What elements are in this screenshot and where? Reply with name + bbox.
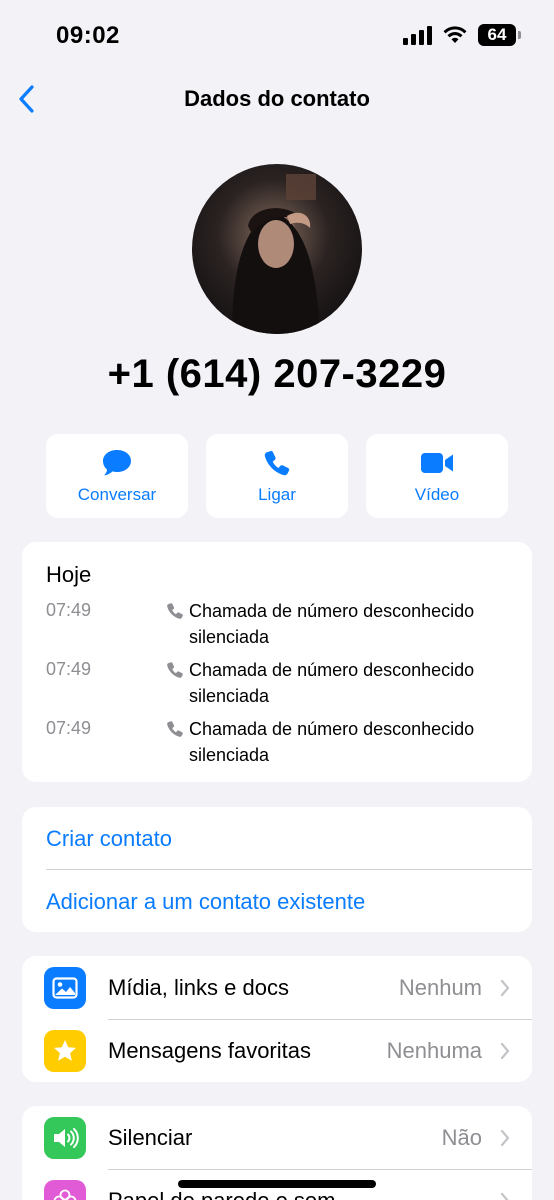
chevron-right-icon [500,979,510,997]
history-day-label: Hoje [46,562,92,587]
mute-row[interactable]: Silenciar Não [22,1107,532,1169]
status-bar: 09:02 64 [0,0,554,72]
media-links-docs-row[interactable]: Mídia, links e docs Nenhum [22,957,532,1019]
call-history-row: 07:49 Chamada de número desconhecido sil… [22,657,532,715]
row-divider [46,869,532,870]
contact-actions-card: Criar contato Adicionar a um contato exi… [22,807,532,932]
starred-messages-label: Mensagens favoritas [108,1038,311,1063]
call-time: 07:49 [46,600,92,620]
mute-value: Não [441,1125,482,1150]
status-time: 09:02 [56,22,120,49]
speaker-icon [44,1117,86,1159]
create-contact-link[interactable]: Criar contato [46,826,172,852]
call-description: Chamada de número desconhecido silenciad… [189,716,519,768]
contact-avatar[interactable] [192,164,362,334]
add-to-existing-contact-link[interactable]: Adicionar a um contato existente [46,889,365,915]
call-description-line1: Chamada de número desconhecido [189,660,475,680]
media-links-docs-label: Mídia, links e docs [108,975,289,1000]
contact-phone-number: +1 (614) 207-3229 [107,352,447,396]
call-history-row: 07:49 Chamada de número desconhecido sil… [22,716,532,774]
phone-icon [264,450,290,476]
nav-bar: Dados do contato [0,72,554,126]
star-icon [44,1030,86,1072]
cellular-signal-icon [403,25,432,45]
video-button-label: Vídeo [414,485,460,504]
starred-messages-value: Nenhuma [386,1038,482,1063]
message-button[interactable]: Conversar [46,434,188,518]
flower-icon [44,1180,86,1200]
wallpaper-sound-label: Papel de parede e som [108,1188,336,1200]
photo-icon [44,967,86,1009]
call-history-card: Hoje 07:49 Chamada de número desconhecid… [22,542,532,782]
video-button[interactable]: Vídeo [366,434,508,518]
phone-small-icon [167,603,183,619]
call-history-row: 07:49 Chamada de número desconhecido sil… [22,598,532,656]
call-time: 07:49 [46,718,92,738]
media-links-docs-value: Nenhum [398,975,482,1000]
call-button-label: Ligar [258,485,296,504]
phone-small-icon [167,721,183,737]
call-button[interactable]: Ligar [206,434,348,518]
home-indicator[interactable] [178,1180,376,1188]
page-title: Dados do contato [184,86,370,111]
avatar-photo [232,174,320,334]
call-description-line2: silenciada [189,686,270,706]
starred-messages-row[interactable]: Mensagens favoritas Nenhuma [22,1020,532,1082]
chevron-right-icon [500,1192,509,1200]
call-description-line1: Chamada de número desconhecido [189,601,475,621]
video-icon [421,453,453,473]
phone-small-icon [167,662,183,678]
call-time: 07:49 [46,659,92,679]
message-icon [103,450,131,476]
chevron-right-icon [500,1129,510,1147]
message-button-label: Conversar [77,485,157,504]
media-section-card: Mídia, links e docs Nenhum Mensagens fav… [22,956,532,1082]
battery-indicator: 64 [478,24,521,46]
status-icons: 64 [403,24,521,46]
battery-level: 64 [487,25,507,44]
mute-label: Silenciar [108,1125,193,1150]
chevron-right-icon [500,1042,510,1060]
wifi-icon [443,26,467,43]
call-description: Chamada de número desconhecido silenciad… [189,598,519,650]
call-description: Chamada de número desconhecido silenciad… [189,657,519,709]
call-description-line1: Chamada de número desconhecido [189,719,475,739]
call-description-line2: silenciada [189,745,270,765]
call-description-line2: silenciada [189,627,270,647]
